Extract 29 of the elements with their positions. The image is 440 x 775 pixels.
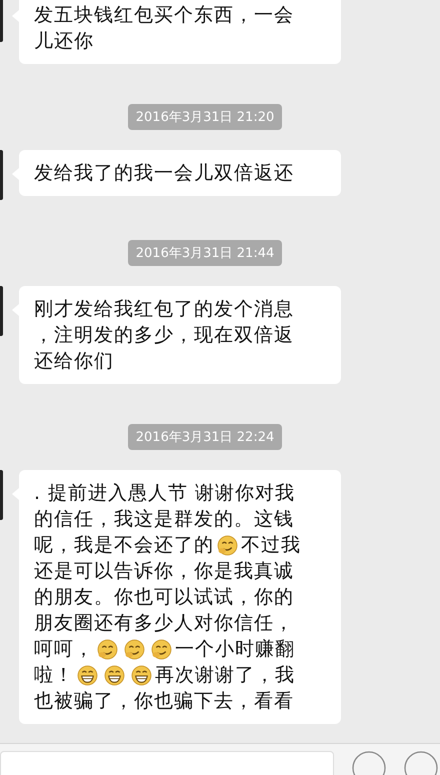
message-text: 不过我 (241, 533, 301, 558)
timestamp: 2016年3月31日 21:20 (128, 104, 282, 130)
smirk-emoji-icon (217, 534, 238, 556)
timestamp: 2016年3月31日 22:24 (128, 424, 282, 450)
grin-emoji-icon (131, 664, 152, 686)
smirk-emoji-icon (151, 638, 172, 660)
message-text: 一个小时赚翻 (175, 637, 295, 662)
message-text: ，注明发的多少，现在双倍返 (34, 323, 294, 348)
message-text: 的信任，我这是群发的。这钱 (34, 507, 294, 532)
message-text: 发给我了的我一会儿双倍返还 (34, 161, 294, 186)
input-field[interactable] (0, 751, 334, 775)
timestamp: 2016年3月31日 21:44 (128, 240, 282, 266)
message-text: 啦！ (34, 663, 74, 688)
grin-emoji-icon (104, 664, 125, 686)
message-text: 还给你们 (34, 349, 114, 374)
message-text: 还是可以告诉你，你是我真诚 (34, 559, 294, 584)
message-text: 呵呵， (34, 637, 94, 662)
smirk-emoji-icon (97, 638, 118, 660)
message-text: 朋友圈还有多少人对你信任， (34, 611, 294, 636)
message-text: 也被骗了，你也骗下去，看看 (34, 689, 294, 714)
message-text: 儿还你 (34, 29, 94, 54)
message-text: . 提前进入愚人节 谢谢你对我 (34, 481, 296, 506)
grin-emoji-icon (77, 664, 98, 686)
message-text: 发五块钱红包买个东西，一会 (34, 3, 294, 28)
message-text: 呢，我是不会还了的 (34, 533, 214, 558)
message-text: 刚才发给我红包了的发个消息 (34, 297, 294, 322)
message-text: 再次谢谢了，我 (155, 663, 295, 688)
message-text: 的朋友。你也可以试试，你的 (34, 585, 294, 610)
smirk-emoji-icon (124, 638, 145, 660)
